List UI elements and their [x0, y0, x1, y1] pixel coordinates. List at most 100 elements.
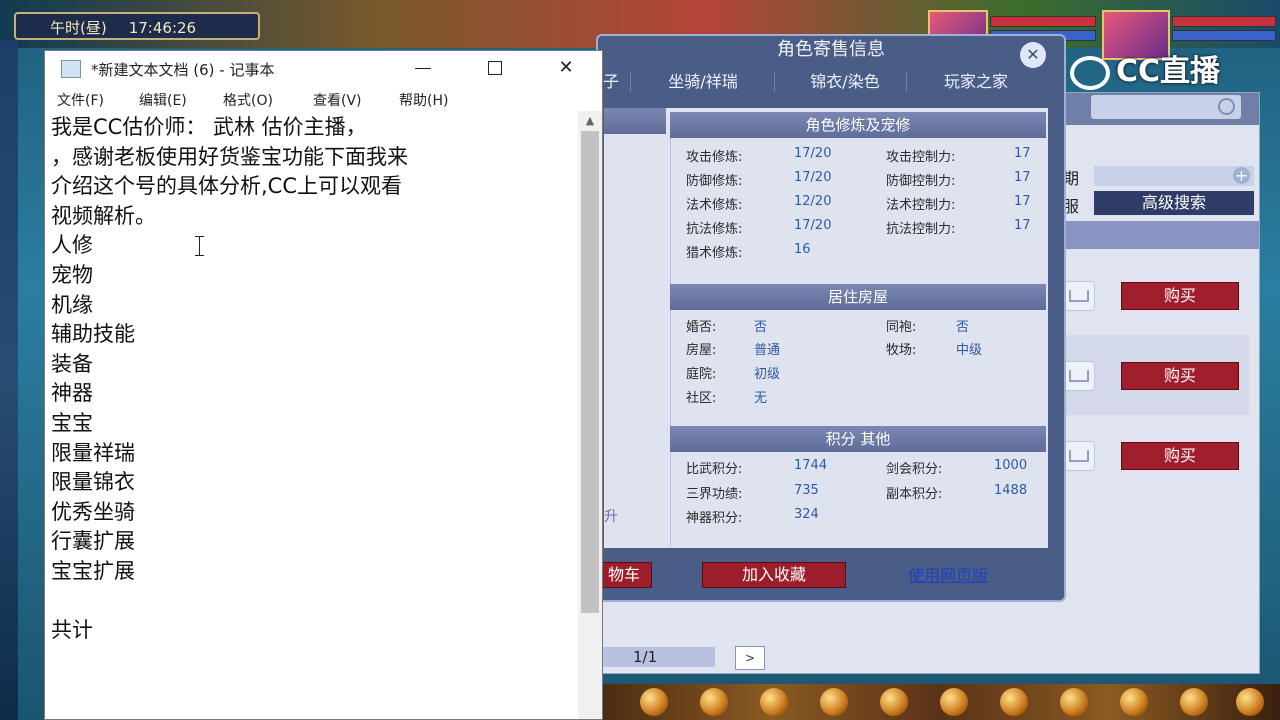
kv-label: 房屋:: [686, 343, 717, 358]
text-line: 宝宝扩展: [51, 558, 135, 583]
close-icon[interactable]: ✕: [1020, 42, 1046, 68]
buy-button[interactable]: 购买: [1121, 442, 1239, 470]
text-line: 机缘: [51, 292, 93, 317]
toolbar-icon[interactable]: [640, 688, 668, 716]
search-icon[interactable]: [1218, 98, 1235, 115]
toolbar-icon[interactable]: [1120, 688, 1148, 716]
text-line: 宝宝: [51, 410, 93, 435]
page-indicator[interactable]: 1/1: [601, 647, 715, 667]
role-detail-window: 角色寄售信息 ✕ 子 坐骑/祥瑞 锦衣/染色 玩家之家 角色修炼及宠修 攻击修炼…: [596, 34, 1066, 602]
web-version-link[interactable]: 使用网页版: [908, 562, 988, 586]
player-mp-bar: [1172, 30, 1276, 41]
notepad-titlebar[interactable]: *新建文本文档 (6) - 记事本 ✕: [45, 51, 602, 85]
next-page-button[interactable]: >: [735, 646, 765, 670]
clock-label: 午时(昼): [50, 19, 107, 37]
kv-value: 17: [1014, 146, 1031, 161]
buy-button[interactable]: 购买: [1121, 362, 1239, 390]
result-list-header: [1061, 221, 1259, 249]
kv-label: 猎术修炼:: [686, 246, 743, 261]
period-field[interactable]: +: [1094, 166, 1254, 186]
toolbar-icon[interactable]: [880, 688, 908, 716]
toolbar-icon[interactable]: [820, 688, 848, 716]
text-line: [51, 587, 571, 617]
text-line: 优秀坐骑: [51, 499, 135, 524]
kv-label: 同袍:: [886, 320, 917, 335]
player-hp-bar: [1172, 16, 1276, 27]
toolbar-icon[interactable]: [1180, 688, 1208, 716]
plus-icon[interactable]: +: [1233, 167, 1250, 184]
text-line: 共计: [51, 618, 93, 643]
tab-partial[interactable]: 子: [600, 66, 622, 98]
cart-icon[interactable]: [1061, 281, 1095, 311]
notepad-window: *新建文本文档 (6) - 记事本 ✕ 文件(F) 编辑(E) 格式(O) 查看…: [44, 50, 603, 720]
tab-costume-dye[interactable]: 锦衣/染色: [780, 66, 910, 98]
scroll-up-arrow-icon[interactable]: ▲: [578, 111, 602, 131]
toolbar-icon[interactable]: [1000, 688, 1028, 716]
tab-divider: [774, 72, 775, 92]
kv-value: 17: [1014, 194, 1031, 209]
advanced-search-button[interactable]: 高级搜索: [1094, 191, 1254, 215]
kv-label: 防御修炼:: [686, 174, 743, 189]
search-input[interactable]: [1091, 95, 1241, 119]
kv-label: 抗法修炼:: [686, 222, 743, 237]
scrollbar-thumb[interactable]: [581, 131, 599, 613]
add-favorite-button[interactable]: 加入收藏: [702, 562, 846, 588]
toolbar-icon[interactable]: [1236, 688, 1264, 716]
text-line: 行囊扩展: [51, 529, 135, 554]
game-left-edge: [0, 40, 18, 720]
menu-view[interactable]: 查看(V): [313, 90, 362, 110]
kv-value: 1744: [794, 458, 828, 473]
kv-label: 抗法控制力:: [886, 222, 956, 237]
text-line: 限量锦衣: [51, 470, 135, 495]
role-tabs: 子 坐骑/祥瑞 锦衣/染色 玩家之家: [598, 66, 1060, 98]
toolbar-icon[interactable]: [760, 688, 788, 716]
kv-value: 324: [794, 507, 819, 522]
kv-value: 中级: [956, 343, 983, 358]
kv-label: 社区:: [686, 391, 717, 406]
text-line: 装备: [51, 351, 93, 376]
text-line: 限量祥瑞: [51, 440, 135, 465]
text-line: 视频解析。: [51, 203, 156, 228]
notepad-menubar: 文件(F) 编辑(E) 格式(O) 查看(V) 帮助(H): [45, 85, 602, 111]
buy-button[interactable]: 购买: [1121, 282, 1239, 310]
cc-logo-text: CC直播: [1116, 54, 1221, 89]
close-button[interactable]: ✕: [543, 51, 589, 85]
notepad-text-area[interactable]: 我是CC估价师： 武林 估价主播， ，感谢老板使用好货鉴宝功能下面我来 介绍这个…: [51, 113, 571, 646]
kv-label: 牧场:: [886, 343, 917, 358]
kv-label: 庭院:: [686, 367, 717, 382]
menu-file[interactable]: 文件(F): [57, 90, 104, 110]
role-window-title: 角色寄售信息: [777, 39, 885, 60]
cultivation-section-title: 角色修炼及宠修: [670, 112, 1046, 138]
clock-time: 17:46:26: [128, 19, 197, 37]
toolbar-icon[interactable]: [700, 688, 728, 716]
kv-label: 神器积分:: [686, 511, 743, 526]
toolbar-icon[interactable]: [940, 688, 968, 716]
notepad-title: *新建文本文档 (6) - 记事本: [91, 61, 275, 79]
kv-label: 比武积分:: [686, 462, 743, 477]
kv-label: 剑会积分:: [886, 462, 943, 477]
menu-format[interactable]: 格式(O): [223, 90, 273, 110]
tab-mount-ruixiang[interactable]: 坐骑/祥瑞: [638, 66, 768, 98]
kv-label: 攻击控制力:: [886, 150, 956, 165]
menu-help[interactable]: 帮助(H): [399, 90, 448, 110]
text-line: 宠物: [51, 262, 93, 287]
kv-value: 17: [1014, 218, 1031, 233]
points-section-title: 积分 其他: [670, 426, 1046, 452]
toolbar-icon[interactable]: [1060, 688, 1088, 716]
kv-value: 普通: [754, 343, 781, 358]
tab-player-home[interactable]: 玩家之家: [914, 66, 1038, 98]
house-section-title: 居住房屋: [670, 284, 1046, 310]
cart-icon[interactable]: [1061, 441, 1095, 471]
menu-edit[interactable]: 编辑(E): [139, 90, 187, 110]
kv-value: 17/20: [794, 146, 832, 161]
text-line: 我是CC估价师： 武林 估价主播，: [51, 115, 367, 139]
vertical-scrollbar[interactable]: ▲: [578, 111, 602, 719]
kv-label: 防御控制力:: [886, 174, 956, 189]
cart-icon[interactable]: [1061, 361, 1095, 391]
kv-value: 否: [754, 320, 768, 335]
kv-label: 三界功绩:: [686, 487, 743, 502]
tab-divider: [630, 72, 631, 92]
add-to-cart-button[interactable]: 物车: [596, 562, 652, 588]
minimize-button[interactable]: [399, 51, 445, 85]
maximize-button[interactable]: [471, 51, 517, 85]
